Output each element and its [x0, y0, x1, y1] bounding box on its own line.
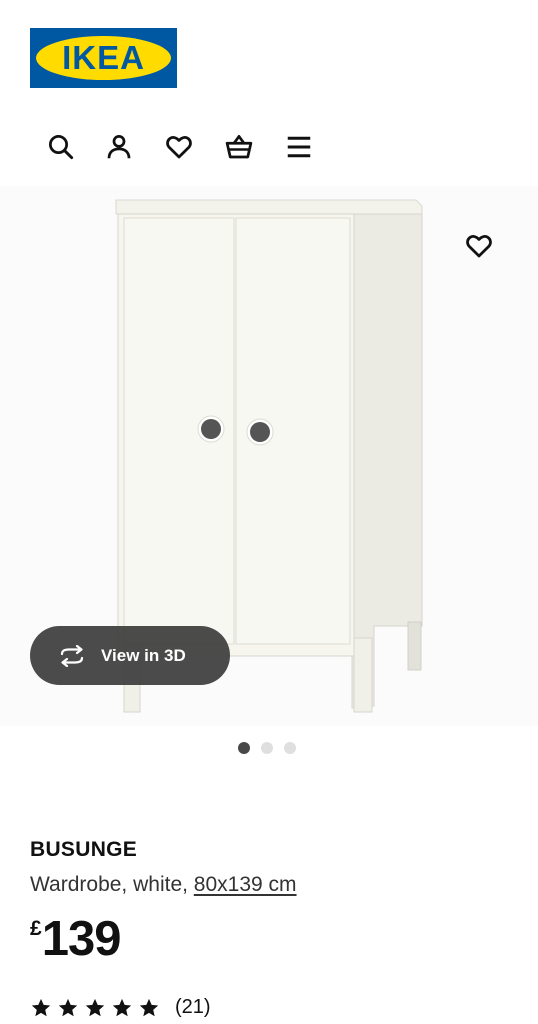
- heart-icon: [166, 136, 192, 159]
- view-in-3d-label: View in 3D: [101, 645, 186, 665]
- user-icon: [107, 135, 131, 159]
- price-currency: £: [30, 917, 42, 940]
- star-icon: [85, 998, 105, 1016]
- search-button[interactable]: [44, 130, 78, 164]
- account-button[interactable]: [102, 130, 136, 164]
- rotate-3d-icon: [60, 644, 84, 667]
- search-icon: [49, 135, 74, 160]
- product-size-link[interactable]: 80x139 cm: [194, 873, 297, 896]
- star-icon: [58, 998, 78, 1016]
- carousel-dot-1[interactable]: [238, 742, 250, 754]
- heart-icon: [466, 235, 492, 258]
- basket-button[interactable]: [222, 130, 256, 164]
- ikea-logo[interactable]: IKEA ®: [30, 28, 177, 88]
- add-to-favourites-button[interactable]: [462, 229, 496, 263]
- product-type: Wardrobe, white,: [30, 873, 194, 896]
- basket-icon: [225, 135, 253, 159]
- review-count: (21): [175, 996, 211, 1018]
- registered-mark: ®: [165, 43, 171, 50]
- product-name: BUSUNGE: [30, 838, 138, 861]
- view-in-3d-button[interactable]: View in 3D: [30, 626, 230, 685]
- logo-text: IKEA: [62, 39, 145, 76]
- star-icon: [139, 998, 159, 1016]
- price-amount: 139: [41, 912, 122, 966]
- product-price: £139: [30, 912, 122, 966]
- menu-icon: [287, 136, 311, 158]
- carousel-dots: [238, 742, 296, 754]
- star-icon: [31, 998, 51, 1016]
- product-description: Wardrobe, white, 80x139 cm: [30, 873, 297, 897]
- product-rating[interactable]: (21): [30, 996, 211, 1019]
- star-icon: [112, 998, 132, 1016]
- carousel-dot-2[interactable]: [261, 742, 273, 754]
- favourites-button[interactable]: [162, 130, 196, 164]
- menu-button[interactable]: [282, 130, 316, 164]
- carousel-dot-3[interactable]: [284, 742, 296, 754]
